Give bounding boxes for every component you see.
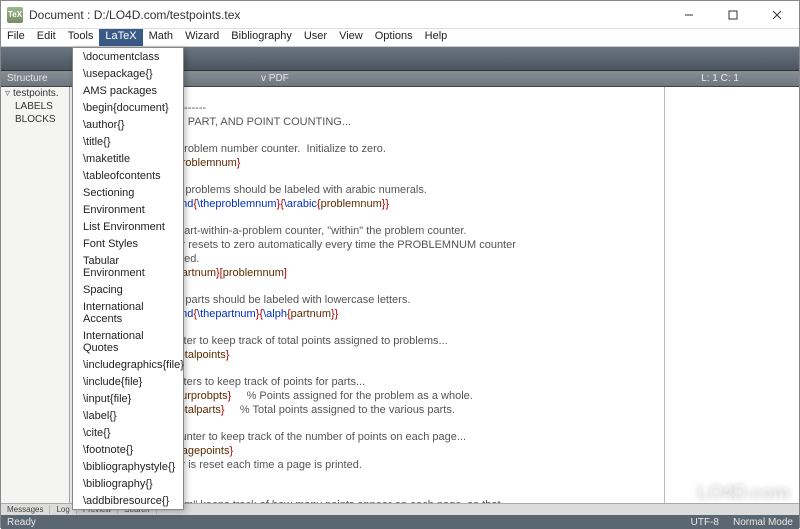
close-button[interactable] (755, 1, 799, 28)
structure-panel-title: Structure (1, 73, 48, 84)
menuitem[interactable]: \addbibresource{} (73, 492, 183, 509)
menuitem[interactable]: International Accents (73, 298, 183, 327)
maximize-button[interactable] (711, 1, 755, 28)
menu-options[interactable]: Options (369, 29, 419, 46)
menuitem[interactable]: \cite{} (73, 424, 183, 441)
menu-user[interactable]: User (298, 29, 333, 46)
menuitem[interactable]: Spacing (73, 281, 183, 298)
menu-help[interactable]: Help (419, 29, 454, 46)
menu-view[interactable]: View (333, 29, 369, 46)
menuitem[interactable]: Font Styles (73, 235, 183, 252)
pdf-view-label[interactable]: v PDF (261, 73, 289, 84)
menu-math[interactable]: Math (143, 29, 179, 46)
code-content[interactable]: %----------------------- % PROBLEM, PART… (106, 87, 664, 503)
menuitem[interactable]: \label{} (73, 407, 183, 424)
tree-item-blocks[interactable]: BLOCKS (1, 113, 69, 126)
menuitem[interactable]: List Environment (73, 218, 183, 235)
menu-bibliography[interactable]: Bibliography (225, 29, 298, 46)
window-title: Document : D:/LO4D.com/testpoints.tex (29, 8, 667, 22)
menuitem[interactable]: \title{} (73, 133, 183, 150)
menuitem[interactable]: Tabular Environment (73, 252, 183, 281)
menuitem[interactable]: \usepackage{} (73, 65, 183, 82)
menu-latex[interactable]: LaTeX (99, 29, 142, 46)
menuitem[interactable]: \includegraphics{file} (73, 356, 183, 373)
menuitem[interactable]: \tableofcontents (73, 167, 183, 184)
menuitem[interactable]: \documentclass (73, 48, 183, 65)
menu-edit[interactable]: Edit (31, 29, 62, 46)
menu-tools[interactable]: Tools (62, 29, 100, 46)
structure-tree[interactable]: ▿testpoints. LABELS BLOCKS (1, 87, 70, 503)
menuitem[interactable]: \author{} (73, 116, 183, 133)
latex-menu-dropdown[interactable]: \documentclass\usepackage{}AMS packages\… (72, 47, 184, 510)
menuitem[interactable]: \begin{document} (73, 99, 183, 116)
menu-file[interactable]: File (1, 29, 31, 46)
menuitem[interactable]: \bibliography{} (73, 475, 183, 492)
menuitem[interactable]: AMS packages (73, 82, 183, 99)
preview-pane (664, 87, 799, 503)
menu-wizard[interactable]: Wizard (179, 29, 225, 46)
menuitem[interactable]: International Quotes (73, 327, 183, 356)
menuitem[interactable]: Environment (73, 201, 183, 218)
menuitem[interactable]: Sectioning (73, 184, 183, 201)
titlebar: TeX Document : D:/LO4D.com/testpoints.te… (1, 1, 799, 29)
status-mode: Normal Mode (733, 517, 793, 528)
bottom-tab-messages[interactable]: Messages (1, 505, 50, 514)
tree-item-labels[interactable]: LABELS (1, 100, 69, 113)
tree-root[interactable]: ▿testpoints. (1, 87, 69, 100)
menuitem[interactable]: \maketitle (73, 150, 183, 167)
minimize-button[interactable] (667, 1, 711, 28)
status-ready: Ready (7, 517, 36, 528)
menubar[interactable]: FileEditToolsLaTeXMathWizardBibliography… (1, 29, 799, 47)
statusbar: Ready UTF-8 Normal Mode (1, 515, 799, 529)
menuitem[interactable]: \footnote{} (73, 441, 183, 458)
app-icon: TeX (7, 7, 23, 23)
status-encoding: UTF-8 (691, 517, 719, 528)
cursor-position: L: 1 C: 1 (701, 73, 739, 84)
menuitem[interactable]: \input{file} (73, 390, 183, 407)
menuitem[interactable]: \bibliographystyle{} (73, 458, 183, 475)
menuitem[interactable]: \include{file} (73, 373, 183, 390)
